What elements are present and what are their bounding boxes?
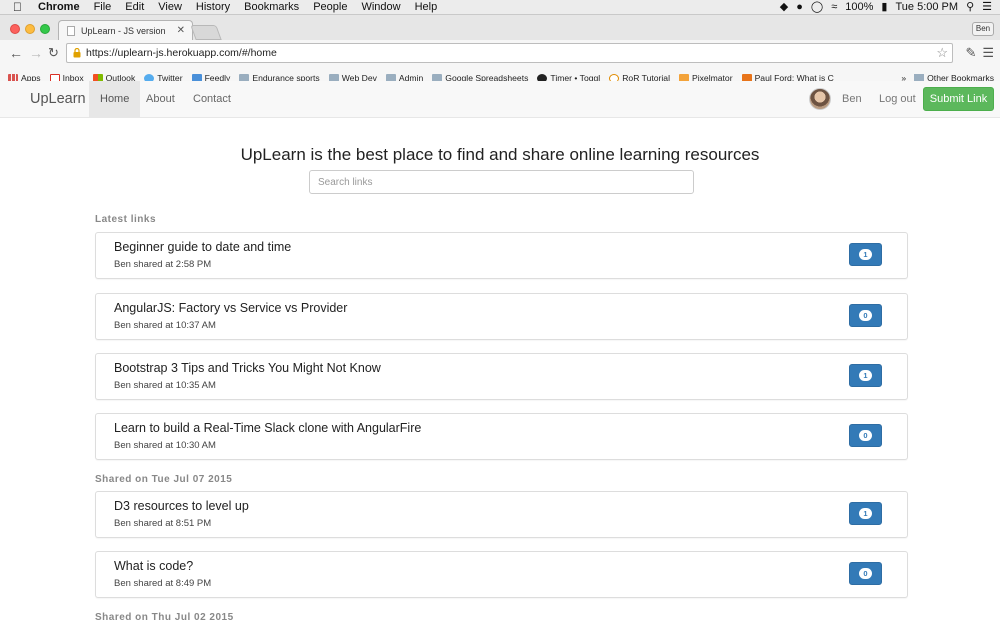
battery-percent[interactable]: 100% bbox=[845, 0, 873, 15]
profile-button[interactable]: Ben bbox=[972, 22, 994, 36]
os-menu-view[interactable]: View bbox=[158, 0, 182, 15]
link-card[interactable]: D3 resources to level up Ben shared at 8… bbox=[95, 491, 908, 538]
section-heading-date: Shared on Thu Jul 02 2015 bbox=[95, 612, 234, 623]
link-meta: Ben shared at 2:58 PM bbox=[114, 259, 212, 270]
browser-tab-active[interactable]: UpLearn - JS version ✕ bbox=[58, 20, 193, 40]
submit-link-button[interactable]: Submit Link bbox=[923, 87, 994, 111]
tab-close-icon[interactable]: ✕ bbox=[177, 25, 185, 36]
page-headline: UpLearn is the best place to find and sh… bbox=[240, 145, 760, 164]
os-menu-window[interactable]: Window bbox=[361, 0, 400, 15]
section-heading-latest: Latest links bbox=[95, 214, 157, 225]
os-menu-file[interactable]: File bbox=[94, 0, 112, 15]
evernote-icon[interactable]: ● bbox=[796, 0, 803, 15]
link-meta: Ben shared at 10:30 AM bbox=[114, 440, 216, 451]
vote-count-badge: 1 bbox=[859, 370, 872, 381]
link-card[interactable]: Beginner guide to date and time Ben shar… bbox=[95, 232, 908, 279]
forward-arrow-icon[interactable]: → bbox=[29, 46, 43, 60]
apple-icon[interactable]:  bbox=[13, 0, 22, 15]
tab-title: UpLearn - JS version bbox=[81, 25, 166, 36]
upvote-button[interactable]: 1 bbox=[849, 364, 882, 387]
os-menu-history[interactable]: History bbox=[196, 0, 230, 15]
url-text: https://uplearn-js.herokuapp.com/#/home bbox=[86, 47, 277, 59]
link-title[interactable]: Learn to build a Real-Time Slack clone w… bbox=[114, 421, 421, 435]
spotlight-search-icon[interactable]: ⚲ bbox=[966, 0, 974, 15]
upvote-button[interactable]: 0 bbox=[849, 562, 882, 585]
os-status-area: ◆ ● ◯ ≈ 100% ▮ Tue 5:00 PM ⚲ ☰ bbox=[780, 0, 992, 15]
page-favicon-icon bbox=[67, 25, 75, 36]
back-arrow-icon[interactable]: ← bbox=[9, 46, 23, 60]
link-title[interactable]: AngularJS: Factory vs Service vs Provide… bbox=[114, 301, 347, 315]
os-menu-items: Chrome File Edit View History Bookmarks … bbox=[38, 0, 451, 15]
link-meta: Ben shared at 10:37 AM bbox=[114, 320, 216, 331]
vote-count-badge: 1 bbox=[859, 249, 872, 260]
link-card[interactable]: AngularJS: Factory vs Service vs Provide… bbox=[95, 293, 908, 340]
address-bar[interactable]: https://uplearn-js.herokuapp.com/#/home … bbox=[66, 43, 953, 63]
link-card[interactable]: Learn to build a Real-Time Slack clone w… bbox=[95, 413, 908, 460]
user-name-link[interactable]: Ben bbox=[842, 81, 862, 118]
minimize-window-button[interactable] bbox=[25, 24, 35, 34]
vote-count-badge: 1 bbox=[859, 508, 872, 519]
link-title[interactable]: Bootstrap 3 Tips and Tricks You Might No… bbox=[114, 361, 381, 375]
upvote-button[interactable]: 1 bbox=[849, 243, 882, 266]
section-heading-date: Shared on Tue Jul 07 2015 bbox=[95, 474, 233, 485]
notification-center-icon[interactable]: ☰ bbox=[982, 0, 992, 15]
close-window-button[interactable] bbox=[10, 24, 20, 34]
upvote-button[interactable]: 0 bbox=[849, 424, 882, 447]
os-menu-app[interactable]: Chrome bbox=[38, 0, 80, 15]
upvote-button[interactable]: 1 bbox=[849, 502, 882, 525]
os-menubar:  Chrome File Edit View History Bookmark… bbox=[0, 0, 1000, 15]
vote-count-badge: 0 bbox=[859, 430, 872, 441]
vote-count-badge: 0 bbox=[859, 310, 872, 321]
os-menu-people[interactable]: People bbox=[313, 0, 347, 15]
link-title[interactable]: Beginner guide to date and time bbox=[114, 240, 291, 254]
nav-home[interactable]: Home bbox=[89, 81, 141, 117]
battery-icon[interactable]: ▮ bbox=[881, 0, 887, 15]
toolbar-extensions: ✎ ☰ bbox=[965, 45, 994, 61]
link-title[interactable]: D3 resources to level up bbox=[114, 499, 249, 513]
browser-chrome: UpLearn - JS version ✕ Ben ← → ↻ https:/… bbox=[0, 15, 1000, 87]
clock[interactable]: Tue 5:00 PM bbox=[895, 0, 958, 15]
link-title[interactable]: What is code? bbox=[114, 559, 193, 573]
nav-contact[interactable]: Contact bbox=[182, 81, 242, 117]
extension-icon[interactable]: ✎ bbox=[965, 45, 976, 61]
vote-count-badge: 0 bbox=[859, 568, 872, 579]
link-meta: Ben shared at 8:49 PM bbox=[114, 578, 212, 589]
wifi-icon[interactable]: ≈ bbox=[831, 0, 837, 15]
link-meta: Ben shared at 10:35 AM bbox=[114, 380, 216, 391]
nav-about[interactable]: About bbox=[135, 81, 186, 117]
app-navbar: UpLearn Home About Contact Ben Log out bbox=[0, 81, 1000, 118]
avatar[interactable] bbox=[809, 88, 831, 110]
os-menu-edit[interactable]: Edit bbox=[125, 0, 144, 15]
search-input[interactable] bbox=[309, 170, 694, 194]
os-menu-bookmarks[interactable]: Bookmarks bbox=[244, 0, 299, 15]
link-card[interactable]: Bootstrap 3 Tips and Tricks You Might No… bbox=[95, 353, 908, 400]
upvote-button[interactable]: 0 bbox=[849, 304, 882, 327]
lock-icon bbox=[73, 48, 81, 58]
zoom-window-button[interactable] bbox=[40, 24, 50, 34]
glasses-icon[interactable]: ◯ bbox=[811, 0, 823, 15]
link-card[interactable]: What is code? Ben shared at 8:49 PM 0 bbox=[95, 551, 908, 598]
logout-link[interactable]: Log out bbox=[879, 81, 916, 118]
reload-icon[interactable]: ↻ bbox=[48, 46, 59, 60]
link-meta: Ben shared at 8:51 PM bbox=[114, 518, 212, 529]
dropbox-icon[interactable]: ◆ bbox=[780, 0, 788, 15]
new-tab-button[interactable] bbox=[190, 25, 222, 40]
browser-toolbar: ← → ↻ https://uplearn-js.herokuapp.com/#… bbox=[0, 40, 1000, 70]
chrome-menu-icon[interactable]: ☰ bbox=[982, 45, 994, 61]
os-menu-help[interactable]: Help bbox=[415, 0, 438, 15]
bookmark-star-icon[interactable]: ☆ bbox=[936, 45, 948, 61]
brand-logo[interactable]: UpLearn bbox=[30, 81, 86, 118]
